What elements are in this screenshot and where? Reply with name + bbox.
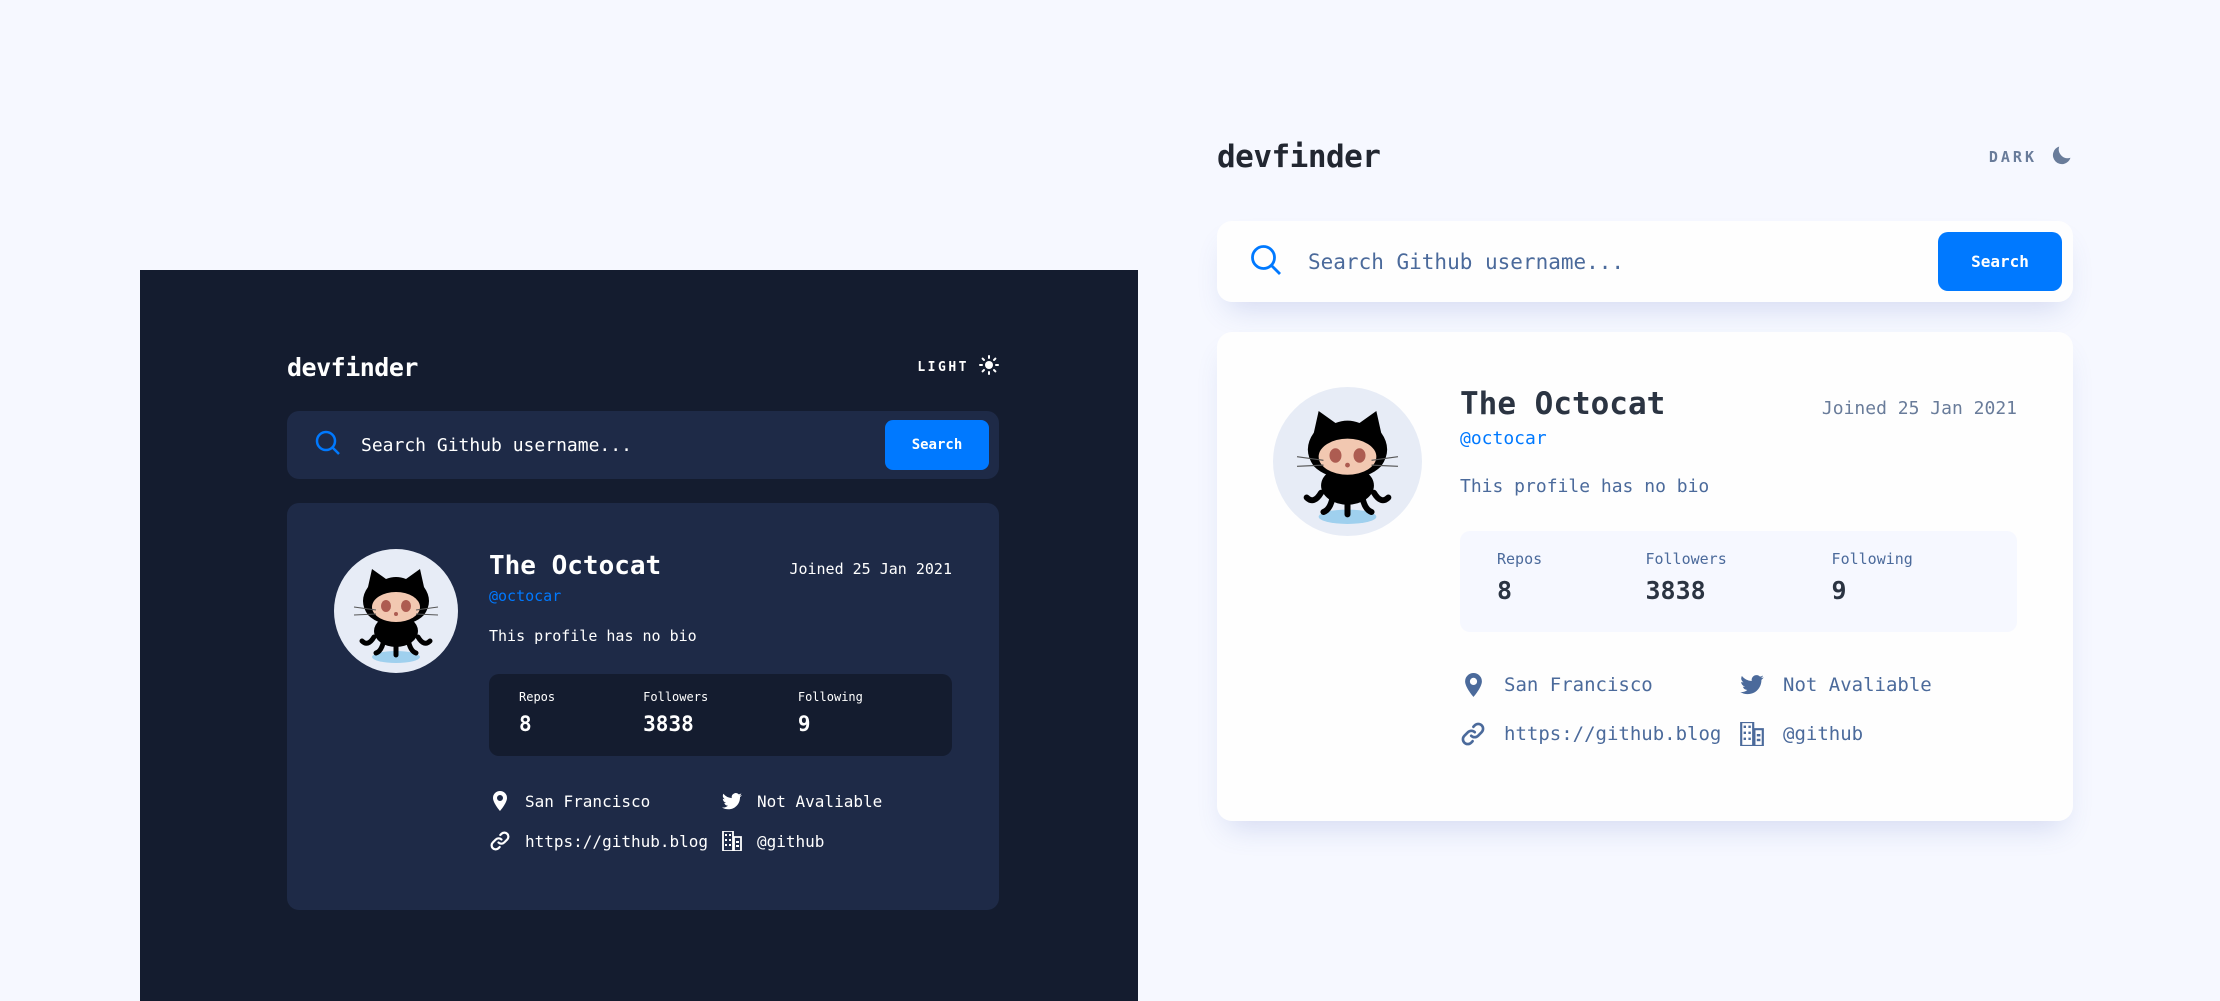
location-pin-icon [489,791,511,811]
stats-panel: Repos 8 Followers 3838 Following 9 [1460,531,2017,632]
blog-item[interactable]: https://github.blog [1460,722,1739,746]
link-icon [489,831,511,851]
search-bar: Search [1217,221,2073,302]
blog-item[interactable]: https://github.blog [489,831,721,851]
blog-link[interactable]: https://github.blog [1504,723,1721,745]
stat-repos: Repos 8 [1497,550,1645,632]
location-text: San Francisco [1504,674,1653,696]
company-text: @github [757,831,825,851]
profile-bio: This profile has no bio [1460,476,1710,497]
avatar [1273,387,1422,536]
stat-label: Following [797,690,863,704]
stat-label: Following [1831,550,1913,568]
search-icon [315,430,341,460]
search-button[interactable]: Search [885,420,989,470]
logo: devfinder [1217,139,1381,175]
twitter-icon [721,792,743,810]
search-input[interactable] [361,434,885,456]
profile-info: The Octocat Joined 25 Jan 2021 @octocar … [1460,386,2017,746]
stat-value: 9 [1831,576,1847,605]
profile-card: The Octocat Joined 25 Jan 2021 @octocar … [1217,332,2073,821]
moon-icon [2051,144,2073,170]
profile-name: The Octocat [489,551,662,581]
location-text: San Francisco [525,791,651,811]
stat-followers: Followers 3838 [643,690,798,756]
stat-label: Repos [1497,550,1543,568]
profile-login-link[interactable]: @octocar [1460,428,2017,449]
profile-bio: This profile has no bio [489,627,697,645]
stat-following: Following 9 [1832,550,1980,632]
profile-links: San Francisco Not Avaliable https://gith… [489,791,952,851]
dark-app: devfinder LIGHT Search Github username..… [287,352,999,910]
profile-info: The Octocat Joined 25 Jan 2021 @octocar … [489,551,952,851]
search-button[interactable]: Search [1938,232,2062,291]
building-icon [721,831,743,851]
location-pin-icon [1460,673,1486,697]
theme-toggle-button[interactable]: DARK [1989,144,2073,170]
theme-toggle-label: LIGHT [917,359,969,375]
stat-value: 3838 [643,712,694,736]
link-icon [1460,722,1486,746]
stat-repos: Repos 8 [519,690,643,756]
company-item: @github [721,831,952,851]
twitter-text: Not Avaliable [1783,674,1932,696]
light-header: devfinder DARK [1217,138,2073,176]
joined-date: Joined 25 Jan 2021 [1821,398,2017,419]
stat-value: 9 [797,712,811,736]
stat-label: Repos [519,690,556,704]
stat-value: 8 [1497,576,1513,605]
stat-label: Followers [643,690,709,704]
search-input[interactable] [1308,249,1938,274]
profile-login-link[interactable]: @octocar [489,587,952,605]
stat-value: 8 [519,712,532,736]
company-item: @github [1739,722,2017,746]
avatar [334,549,458,673]
light-app: devfinder DARK Search The Octocat Joined… [1217,138,2073,821]
profile-card: The Octocat Joined 25 Jan 2021 @octocar … [287,503,999,910]
theme-toggle-button[interactable]: LIGHT [917,355,999,379]
theme-toggle-label: DARK [1988,148,2037,166]
stat-followers: Followers 3838 [1645,550,1831,632]
stat-value: 3838 [1645,576,1706,605]
stats-panel: Repos 8 Followers 3838 Following 9 [489,674,952,756]
search-icon [1250,244,1282,280]
dark-header: devfinder LIGHT [287,352,999,382]
search-bar: Search [287,411,999,479]
company-text: @github [1783,723,1864,745]
logo: devfinder [287,352,418,382]
profile-name: The Octocat [1460,386,1666,422]
building-icon [1739,722,1765,746]
stat-following: Following 9 [798,690,922,756]
sun-icon [979,355,999,379]
location-item: San Francisco [1460,673,1739,697]
twitter-icon [1739,675,1765,695]
dark-mode-preview: devfinder LIGHT Search Github username..… [140,270,1138,1001]
twitter-item: Not Avaliable [721,791,952,811]
joined-date: Joined 25 Jan 2021 [789,560,952,578]
profile-links: San Francisco Not Avaliable https://gith… [1460,673,2017,746]
twitter-text: Not Avaliable [757,791,883,811]
location-item: San Francisco [489,791,721,811]
stat-label: Followers [1645,550,1727,568]
twitter-item: Not Avaliable [1739,674,2017,696]
blog-link[interactable]: https://github.blog [525,832,708,851]
